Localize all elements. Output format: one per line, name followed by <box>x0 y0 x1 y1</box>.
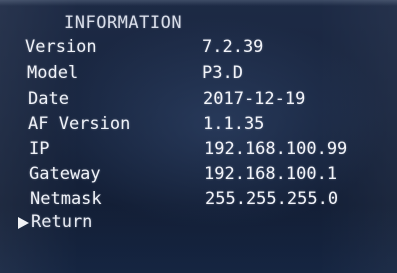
return-label[interactable]: Return <box>31 212 92 232</box>
info-value: 7.2.39 <box>202 37 264 57</box>
info-value: 1.1.35 <box>203 114 265 134</box>
info-label: AF Version <box>28 114 131 134</box>
info-row-af-version: AF Version 1.1.35 <box>0 114 397 136</box>
triangle-right-icon <box>18 217 29 229</box>
info-row-ip: IP 192.168.100.99 <box>0 139 397 161</box>
osd-screen: INFORMATION Version 7.2.39 Model P3.D Da… <box>0 0 397 273</box>
return-item[interactable]: Return <box>0 212 397 234</box>
info-row-date: Date 2017-12-19 <box>0 89 397 111</box>
info-label: Netmask <box>30 189 102 209</box>
info-label: Version <box>25 37 97 57</box>
screen-bezel-edge <box>0 0 397 6</box>
info-row-gateway: Gateway 192.168.100.1 <box>0 164 397 186</box>
menu-title: INFORMATION <box>64 13 183 33</box>
info-value: 2017-12-19 <box>203 89 306 109</box>
info-label: Date <box>28 89 69 109</box>
info-value: 192.168.100.1 <box>204 164 338 184</box>
info-label: Model <box>27 63 79 83</box>
info-value: P3.D <box>202 63 243 83</box>
info-label: IP <box>29 139 50 159</box>
info-row-version: Version 7.2.39 <box>0 37 397 59</box>
info-value: 255.255.255.0 <box>205 189 339 209</box>
info-row-model: Model P3.D <box>0 63 397 85</box>
info-value: 192.168.100.99 <box>204 139 348 159</box>
info-label: Gateway <box>29 164 101 184</box>
info-row-netmask: Netmask 255.255.255.0 <box>0 189 397 211</box>
